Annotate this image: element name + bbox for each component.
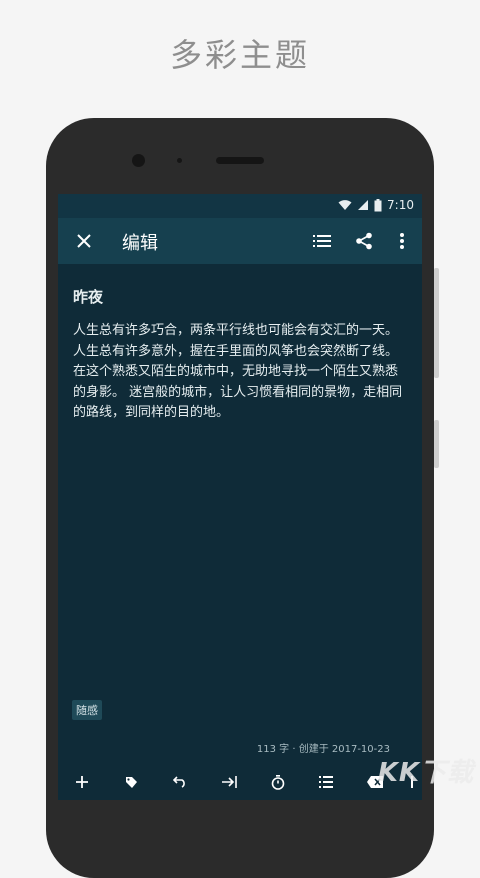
wifi-icon — [338, 199, 352, 211]
outline-button[interactable] — [310, 229, 334, 253]
watermark: KK下载 — [377, 758, 474, 788]
app-bar: 编辑 — [58, 218, 422, 264]
close-button[interactable] — [72, 229, 96, 253]
tag-icon — [125, 776, 137, 788]
note-body[interactable]: 人生总有许多巧合，两条平行线也可能会有交汇的一天。人生总有许多意外，握在手里面的… — [73, 321, 409, 424]
banner-title: 多彩主题 — [169, 36, 310, 74]
editor-toolbar — [58, 766, 422, 800]
power-button — [434, 420, 439, 468]
share-icon — [356, 232, 372, 250]
status-bar: 7:10 — [58, 194, 422, 218]
tag-button[interactable] — [119, 770, 143, 794]
undo-button[interactable] — [168, 770, 192, 794]
share-button[interactable] — [352, 229, 376, 253]
indent-button[interactable] — [217, 770, 241, 794]
status-time: 7:10 — [387, 198, 414, 212]
indent-icon — [221, 776, 237, 788]
list-icon — [313, 235, 331, 247]
add-button[interactable] — [70, 770, 94, 794]
volume-button — [434, 268, 439, 378]
more-vert-icon — [400, 233, 404, 249]
signal-icon — [357, 199, 369, 211]
front-camera — [132, 154, 145, 167]
earpiece-speaker — [216, 157, 264, 164]
note-title[interactable]: 昨夜 — [73, 286, 409, 307]
page-title: 编辑 — [122, 233, 158, 254]
undo-icon — [173, 776, 185, 788]
close-icon — [77, 234, 91, 248]
timer-icon — [271, 774, 285, 790]
note-meta: 113 字 · 创建于 2017-10-23 — [256, 744, 390, 755]
note-tag[interactable]: 随感 — [72, 700, 102, 720]
note-editor[interactable]: 昨夜 人生总有许多巧合，两条平行线也可能会有交汇的一天。人生总有许多意外，握在手… — [73, 286, 409, 424]
more-button[interactable] — [390, 229, 414, 253]
timer-button[interactable] — [266, 770, 290, 794]
list-icon — [319, 776, 333, 788]
add-icon — [76, 776, 88, 788]
battery-icon — [374, 198, 382, 212]
bullet-list-button[interactable] — [314, 770, 338, 794]
proximity-sensor — [177, 158, 182, 163]
phone-screen: 7:10 编辑 昨夜 人生总有许多巧合，两条平行线也可能会有交汇的一天。人生总有… — [58, 194, 422, 800]
